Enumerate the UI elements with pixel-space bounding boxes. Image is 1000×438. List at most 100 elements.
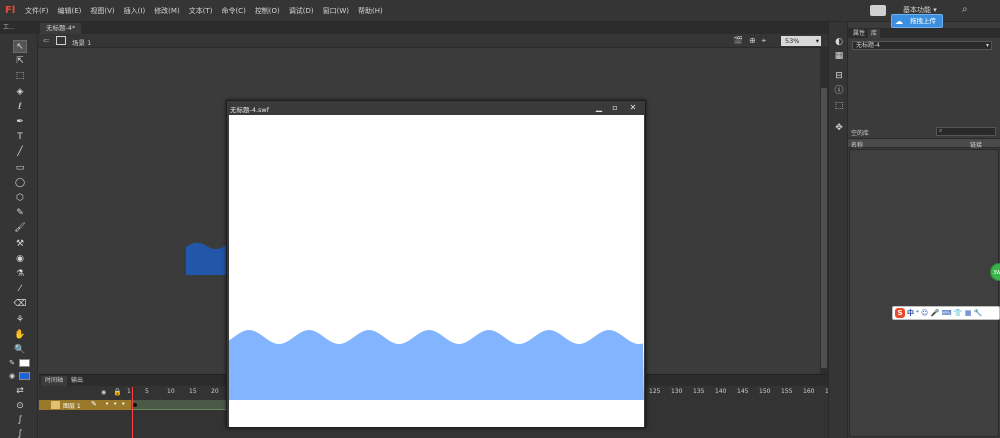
menu-item-6[interactable]: 命令(C) — [221, 6, 245, 16]
menu-item-10[interactable]: 帮助(H) — [358, 6, 383, 16]
sogou-logo[interactable]: S — [895, 308, 905, 318]
back-arrow-icon[interactable]: ⇐ — [43, 36, 50, 45]
ime-glyph-6[interactable]: 🔧 — [974, 309, 983, 317]
menu-item-1[interactable]: 编辑(E) — [58, 6, 82, 16]
close-button[interactable]: ✕ — [626, 102, 640, 113]
hand-tool[interactable]: ✋ — [13, 329, 27, 342]
color-panel-icon[interactable]: ◐ — [833, 36, 845, 48]
frame-number: 130 — [671, 388, 683, 395]
ime-glyph-2[interactable]: 🎤 — [931, 309, 942, 317]
library-col-name[interactable]: 名称 — [851, 140, 863, 149]
search-icon: ⌕ — [939, 127, 943, 134]
transform-icon[interactable]: ⬚ — [833, 100, 845, 112]
tab-properties[interactable]: 属性 — [850, 29, 868, 38]
menu-item-7[interactable]: 控制(O) — [255, 6, 280, 16]
ime-glyph-1[interactable]: ☺ — [921, 309, 931, 317]
straighten-icon[interactable]: ∫ — [13, 428, 27, 438]
swatches-icon[interactable]: ▦ — [833, 50, 845, 62]
layer-visibility-dots[interactable]: ••• — [105, 400, 129, 408]
library-document-select[interactable]: 无标题-4 — [852, 41, 992, 50]
minimize-button[interactable]: ▁ — [592, 102, 606, 113]
menu-item-2[interactable]: 视图(V) — [90, 6, 114, 16]
scene-label: 场景 1 — [72, 39, 92, 47]
library-search-input[interactable]: ⌕ — [936, 127, 996, 136]
zoom-select[interactable]: 53% — [781, 36, 821, 46]
pen-tool[interactable]: ✒ — [13, 116, 27, 129]
library-list[interactable] — [849, 149, 999, 437]
frame-number: 5 — [145, 388, 149, 395]
bone-tool[interactable]: ⚒ — [13, 238, 27, 251]
ink-bottle-tool[interactable]: ⚗ — [13, 268, 27, 281]
clapper-icon[interactable]: 🎬 — [733, 36, 743, 46]
lock-icon[interactable]: 🔒 — [113, 388, 122, 396]
symbol-icon[interactable]: ⊕ — [749, 36, 756, 46]
frame-number: 15 — [189, 388, 197, 395]
workspace-icon[interactable] — [870, 5, 886, 16]
layer-name[interactable]: 图层 1 — [63, 401, 81, 410]
eye-icon[interactable]: ◉ — [101, 389, 106, 396]
lasso-tool[interactable]: ℓ — [13, 101, 27, 114]
frame-number: 125 — [649, 388, 661, 395]
tools-panel-header: 工... — [0, 22, 38, 34]
oval-tool[interactable]: ◯ — [13, 177, 27, 190]
line-tool[interactable]: ╱ — [13, 146, 27, 159]
subselection-tool[interactable]: ⇱ — [13, 55, 27, 68]
frame-number: 140 — [715, 388, 727, 395]
ime-glyph-5[interactable]: ▦ — [965, 309, 974, 317]
tab-library[interactable]: 库 — [868, 29, 881, 38]
pencil-tool[interactable]: ✎ — [13, 207, 27, 220]
maximize-button[interactable]: ▫ — [608, 102, 622, 113]
stage-vertical-scrollbar[interactable] — [820, 48, 828, 374]
menu-item-3[interactable]: 插入(I) — [124, 6, 146, 16]
keyframe[interactable] — [133, 403, 137, 407]
selection-tool[interactable]: ↖ — [13, 40, 27, 53]
document-tab[interactable]: 无标题-4* — [40, 23, 82, 34]
polystar-tool[interactable]: ⬡ — [13, 192, 27, 205]
paint-bucket-tool[interactable]: ◉ — [13, 253, 27, 266]
library-col-link[interactable]: 链接 — [970, 140, 982, 149]
align-icon[interactable]: ⊟ — [833, 70, 845, 82]
ime-glyph-3[interactable]: ⌨ — [942, 309, 954, 317]
playhead[interactable] — [132, 387, 133, 438]
ime-glyph-4[interactable]: 👕 — [954, 309, 965, 317]
info-icon[interactable]: ⓘ — [833, 85, 845, 97]
menu-item-5[interactable]: 文本(T) — [189, 6, 213, 16]
pencil-icon: ✎ — [91, 400, 97, 408]
swf-player-window[interactable]: 无标题-4.swf ▁ ▫ ✕ — [226, 100, 646, 428]
drag-upload-label: 拖拽上传 — [910, 17, 936, 25]
swf-titlebar[interactable]: 无标题-4.swf ▁ ▫ ✕ — [227, 101, 645, 115]
main-menu: 文件(F) 编辑(E) 视图(V) 插入(I) 修改(M) 文本(T) 命令(C) 控制(O)… — [25, 6, 383, 16]
snap-magnet-icon[interactable]: ⊙ — [13, 400, 27, 413]
layer-frame-span[interactable] — [131, 400, 227, 410]
swf-content[interactable] — [229, 115, 644, 427]
menu-item-0[interactable]: 文件(F) — [25, 6, 49, 16]
tab-output[interactable]: 输出 — [67, 376, 87, 386]
scroll-thumb[interactable] — [821, 88, 827, 368]
menu-item-9[interactable]: 窗口(W) — [323, 6, 349, 16]
properties-library-panel: 属性 库 无标题-4 空的库 ⌕ 名称 链接 — [848, 22, 1000, 438]
rectangle-tool[interactable]: ▭ — [13, 162, 27, 175]
menu-item-4[interactable]: 修改(M) — [154, 6, 180, 16]
menu-item-8[interactable]: 调试(D) — [289, 6, 314, 16]
smooth-icon[interactable]: ∫ — [13, 414, 27, 427]
swap-colors-icon[interactable]: ⇄ — [13, 385, 27, 398]
drag-upload-button[interactable]: ☁ 拖拽上传 — [891, 14, 943, 28]
layer-row[interactable]: 图层 1 ✎ ••• — [39, 400, 131, 410]
text-tool[interactable]: T — [13, 131, 27, 144]
stroke-color-swatch[interactable] — [19, 359, 30, 367]
center-stage-icon[interactable]: ⌖ — [762, 36, 767, 46]
width-tool[interactable]: ⚘ — [13, 314, 27, 327]
ime-language[interactable]: 中 — [907, 308, 914, 318]
code-snippets-icon[interactable]: ✥ — [833, 122, 845, 134]
free-transform-tool[interactable]: ⬚ — [13, 70, 27, 83]
eyedropper-tool[interactable]: ⁄ — [13, 283, 27, 296]
3d-rotation-tool[interactable]: ◈ — [13, 86, 27, 99]
fill-color-swatch[interactable] — [19, 372, 30, 380]
brush-tool[interactable]: 🖌 — [13, 222, 27, 235]
edit-bar: ⇐ 场景 1 🎬 ⊕ ⌖ 53% — [38, 34, 828, 48]
tab-timeline[interactable]: 时间轴 — [41, 376, 68, 386]
search-icon[interactable]: ⌕ — [962, 4, 968, 15]
stage-wave-shape[interactable] — [186, 241, 228, 275]
zoom-tool[interactable]: 🔍 — [13, 344, 27, 357]
eraser-tool[interactable]: ⌫ — [13, 298, 27, 311]
